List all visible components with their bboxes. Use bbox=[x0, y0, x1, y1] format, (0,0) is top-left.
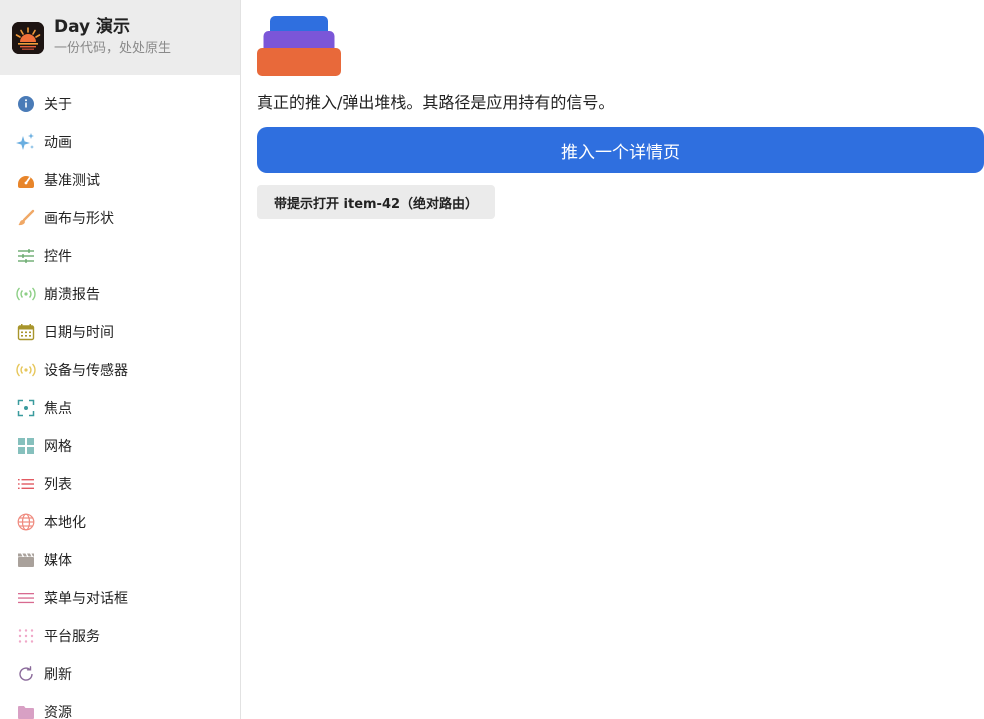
focus-icon bbox=[16, 398, 36, 418]
sidebar-item-localization[interactable]: 本地化 bbox=[0, 503, 240, 541]
sidebar-item-label: 菜单与对话框 bbox=[44, 591, 128, 607]
sidebar-item-crash-reports[interactable]: 崩溃报告 bbox=[0, 275, 240, 313]
sliders-icon bbox=[16, 246, 36, 266]
app-title: Day 演示 bbox=[54, 17, 131, 37]
sidebar-item-label: 日期与时间 bbox=[44, 325, 114, 341]
push-detail-button[interactable]: 推入一个详情页 bbox=[257, 127, 984, 173]
sidebar-item-label: 资源 bbox=[44, 705, 72, 719]
globe-icon bbox=[16, 512, 36, 532]
grid-icon bbox=[16, 436, 36, 456]
broadcast-icon bbox=[16, 284, 36, 304]
info-icon bbox=[16, 94, 36, 114]
folder-icon bbox=[16, 702, 36, 719]
film-icon bbox=[16, 550, 36, 570]
sidebar-item-label: 控件 bbox=[44, 249, 72, 265]
sidebar-item-label: 刷新 bbox=[44, 667, 72, 683]
sidebar-nav: 关于 动画 基准测试 画布与形状 控件 崩溃报告 日期与时间 设备与传感器 焦点… bbox=[0, 75, 240, 719]
sidebar-item-benchmark[interactable]: 基准测试 bbox=[0, 161, 240, 199]
calendar-icon bbox=[16, 322, 36, 342]
sidebar-item-label: 平台服务 bbox=[44, 629, 100, 645]
sidebar-item-label: 列表 bbox=[44, 477, 72, 493]
sidebar-item-label: 动画 bbox=[44, 135, 72, 151]
sensor-icon bbox=[16, 360, 36, 380]
sidebar-item-focus[interactable]: 焦点 bbox=[0, 389, 240, 427]
sidebar-item-datetime[interactable]: 日期与时间 bbox=[0, 313, 240, 351]
sidebar-item-canvas[interactable]: 画布与形状 bbox=[0, 199, 240, 237]
paintbrush-icon bbox=[16, 208, 36, 228]
sidebar-item-refresh[interactable]: 刷新 bbox=[0, 655, 240, 693]
navigation-stack-icon bbox=[257, 16, 343, 76]
dots-grid-icon bbox=[16, 626, 36, 646]
sidebar-item-platform-services[interactable]: 平台服务 bbox=[0, 617, 240, 655]
main-content: 真正的推入/弹出堆栈。其路径是应用持有的信号。 推入一个详情页 带提示打开 it… bbox=[241, 0, 984, 719]
sidebar-item-devices-sensors[interactable]: 设备与传感器 bbox=[0, 351, 240, 389]
sidebar-item-media[interactable]: 媒体 bbox=[0, 541, 240, 579]
sidebar-item-grid[interactable]: 网格 bbox=[0, 427, 240, 465]
sidebar-item-label: 崩溃报告 bbox=[44, 287, 100, 303]
sidebar-item-label: 焦点 bbox=[44, 401, 72, 417]
sidebar-item-menus-dialogs[interactable]: 菜单与对话框 bbox=[0, 579, 240, 617]
gauge-icon bbox=[16, 170, 36, 190]
sparkles-icon bbox=[16, 132, 36, 152]
sidebar-item-label: 媒体 bbox=[44, 553, 72, 569]
app-logo-icon bbox=[12, 21, 44, 54]
sidebar-item-label: 基准测试 bbox=[44, 173, 100, 189]
sidebar-item-about[interactable]: 关于 bbox=[0, 85, 240, 123]
brand-header: Day 演示 一份代码，处处原生 bbox=[0, 0, 240, 75]
open-item-with-hint-button[interactable]: 带提示打开 item-42（绝对路由） bbox=[257, 185, 496, 219]
list-icon bbox=[16, 474, 36, 494]
sidebar-item-label: 画布与形状 bbox=[44, 211, 114, 227]
refresh-icon bbox=[16, 664, 36, 684]
sidebar: Day 演示 一份代码，处处原生 关于 动画 基准测试 画布与形状 控件 崩溃报… bbox=[0, 0, 241, 719]
sidebar-item-label: 本地化 bbox=[44, 515, 86, 531]
menu-icon bbox=[16, 588, 36, 608]
app-window: Day 演示 一份代码，处处原生 关于 动画 基准测试 画布与形状 控件 崩溃报… bbox=[0, 0, 984, 719]
sidebar-item-label: 设备与传感器 bbox=[44, 363, 128, 379]
sidebar-item-animation[interactable]: 动画 bbox=[0, 123, 240, 161]
sidebar-item-controls[interactable]: 控件 bbox=[0, 237, 240, 275]
sidebar-item-label: 关于 bbox=[44, 97, 72, 113]
page-description: 真正的推入/弹出堆栈。其路径是应用持有的信号。 bbox=[257, 93, 615, 112]
app-subtitle: 一份代码，处处原生 bbox=[54, 41, 172, 56]
sidebar-item-resources[interactable]: 资源 bbox=[0, 693, 240, 719]
sidebar-item-list[interactable]: 列表 bbox=[0, 465, 240, 503]
sidebar-item-label: 网格 bbox=[44, 439, 72, 455]
